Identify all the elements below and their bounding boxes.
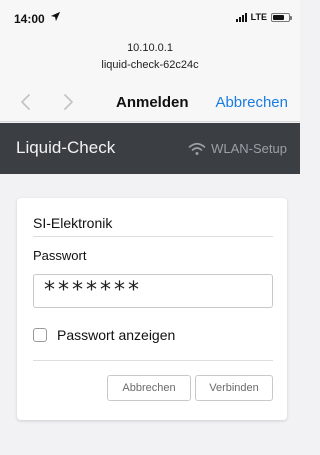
password-label: Passwort [33,248,87,263]
status-indicators: LTE [235,12,292,22]
wifi-icon [188,142,206,155]
connect-button[interactable]: Verbinden [195,375,273,401]
network-name: SI-Elektronik [33,215,113,231]
app-header: Liquid-Check WLAN-Setup [0,123,300,174]
status-bar: 14:00 LTE [0,0,300,34]
back-chevron-icon[interactable] [18,92,34,112]
wifi-login-card: SI-Elektronik Passwort ******* Passwort … [17,198,287,420]
divider [33,236,273,237]
brand-title[interactable]: Liquid-Check [16,138,115,158]
url-host: 10.10.0.1 [127,42,173,54]
divider [33,360,273,361]
password-field[interactable]: ******* [33,274,273,308]
forward-chevron-icon[interactable] [60,92,76,112]
cancel-button[interactable]: Abbrechen [107,375,191,401]
battery-icon [271,12,292,22]
navigation-bar: Anmelden Abbrechen [0,84,300,122]
status-time: 14:00 [14,12,45,26]
signal-bars-icon [235,12,247,22]
show-password-row[interactable]: Passwort anzeigen [33,327,175,343]
show-password-checkbox[interactable] [33,328,47,342]
wlan-setup-label: WLAN-Setup [211,141,287,156]
page-title: Anmelden [116,94,189,111]
url-bar[interactable]: 10.10.0.1 liquid-check-62c24c [0,34,300,84]
show-password-label[interactable]: Passwort anzeigen [57,327,175,343]
nav-cancel-button[interactable]: Abbrechen [215,94,288,111]
wlan-setup-link[interactable]: WLAN-Setup [188,141,287,156]
url-page-title: liquid-check-62c24c [101,59,199,71]
location-arrow-icon [50,11,61,22]
network-type: LTE [250,12,267,22]
